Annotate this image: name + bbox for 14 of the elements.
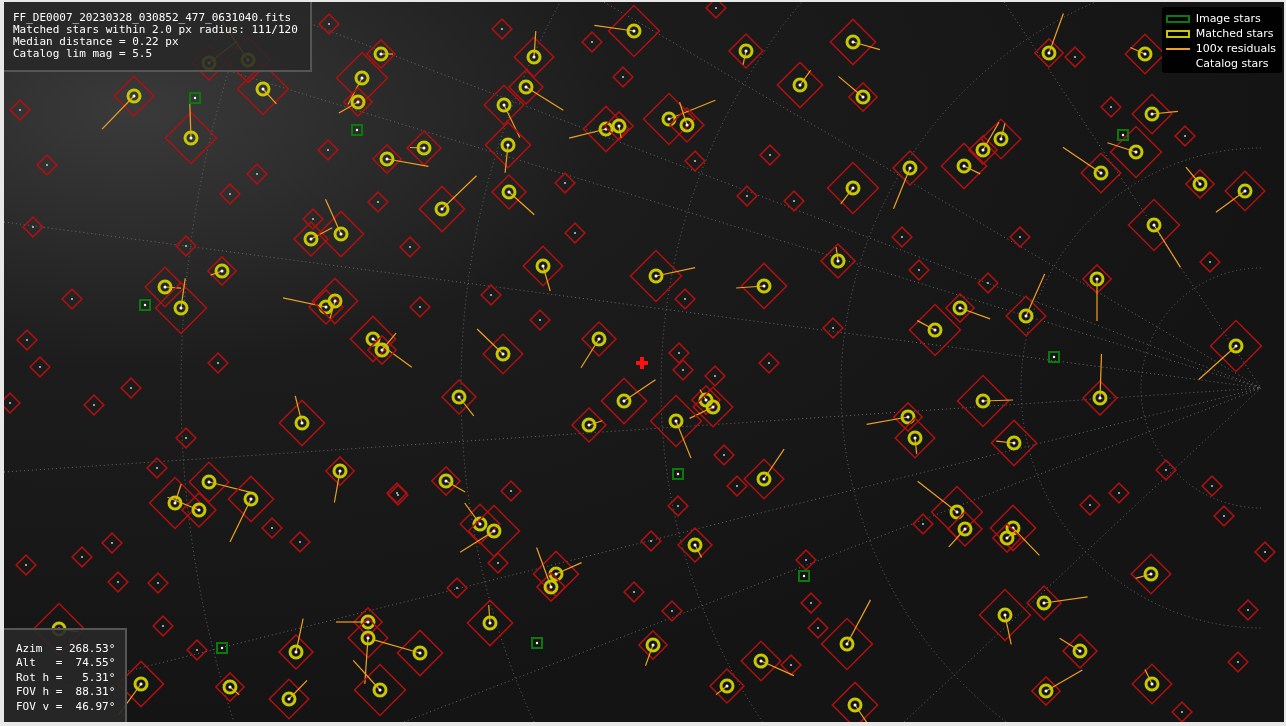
info-text: FF_DE0007_20230328_030852_477_0631040.fits bbox=[13, 12, 293, 24]
orientation-text: Alt = 74.55° bbox=[16, 656, 116, 671]
orientation-text: Rot h = 5.31° bbox=[16, 670, 116, 685]
orientation-text: FOV v = 46.97° bbox=[16, 699, 116, 714]
cross-icon bbox=[636, 357, 648, 369]
info-text: Catalog lim mag = 5.5 bbox=[13, 48, 154, 60]
info-text: Matched stars within 2.0 px radius: 111/120 bbox=[13, 24, 298, 36]
legend-label: 100x residuals bbox=[1195, 42, 1276, 55]
legend-label: Image stars bbox=[1195, 12, 1261, 25]
info-text: Median distance = 0.22 px bbox=[13, 36, 180, 48]
orientation-text: Azim = 268.53° bbox=[16, 641, 116, 656]
legend-label: Catalog stars bbox=[1195, 57, 1269, 70]
orientation-text: FOV h = 88.31° bbox=[16, 685, 116, 700]
legend-label: Matched stars bbox=[1195, 27, 1274, 40]
